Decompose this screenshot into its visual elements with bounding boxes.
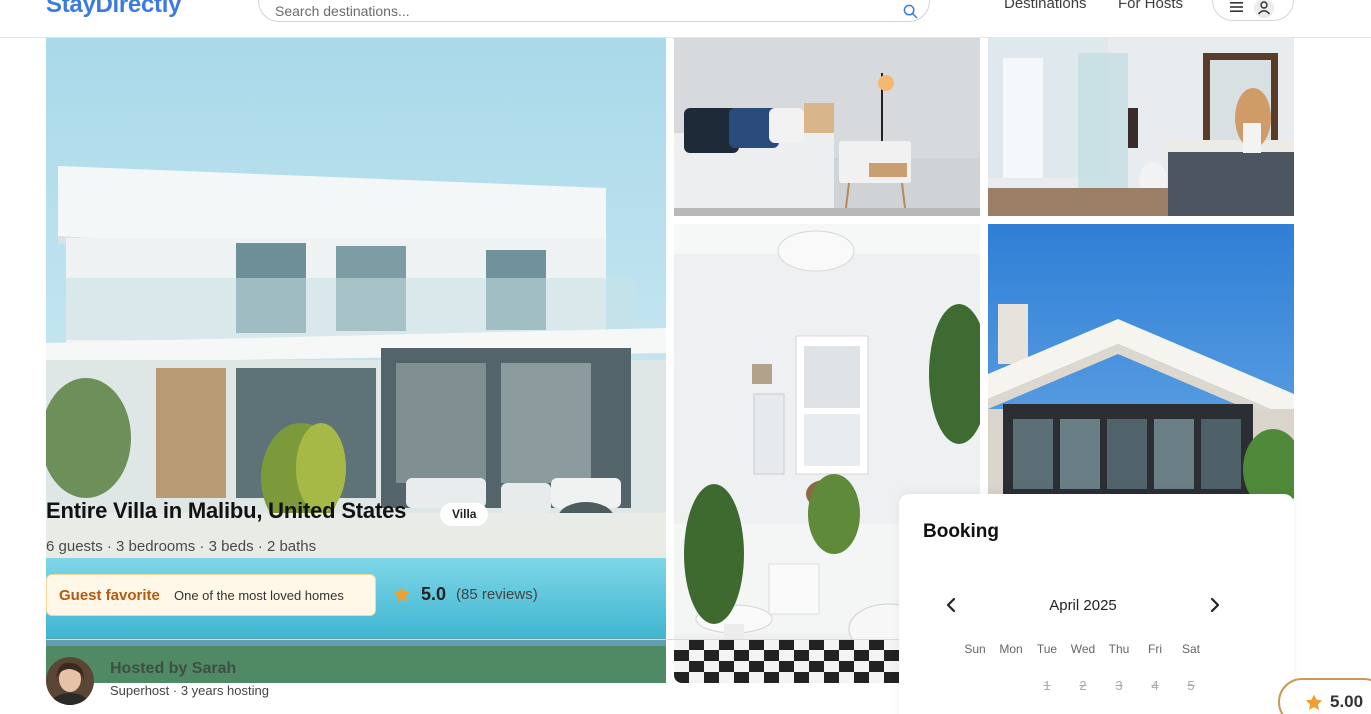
rating-score: 5.0 [421,584,447,604]
listing-title: Entire Villa in Malibu, United States [46,498,407,523]
calendar-days-row: 1 2 3 4 5 [1029,678,1209,693]
bedroom-photo[interactable] [674,38,980,216]
calendar-month: April 2025 [1049,597,1117,614]
weekday-label: Wed [1070,642,1096,656]
booking-panel: Booking April 2025 Sun Mon Tue Wed Thu F… [899,494,1294,714]
host-details: Superhost · 3 years hosting [110,683,269,698]
bathroom-photo[interactable] [988,38,1294,216]
host-avatar[interactable] [46,657,94,705]
calendar-day-unavailable: 3 [1115,678,1123,693]
search-input[interactable] [275,3,875,19]
nav-for-hosts[interactable]: For Hosts [1118,0,1183,12]
calendar-day-unavailable: 4 [1151,678,1159,693]
weekday-label: Thu [1108,642,1130,656]
star-icon [393,586,411,602]
calendar-day-unavailable: 1 [1043,678,1051,693]
star-icon [1305,694,1323,710]
section-divider [46,639,899,640]
weekday-label: Sun [964,642,986,656]
user-avatar-icon [1254,0,1274,18]
weekday-label: Sat [1181,642,1200,656]
menu-icon [1230,2,1243,12]
site-logo[interactable]: StayDirectly [46,0,181,19]
calendar-day-unavailable: 2 [1079,678,1087,693]
booking-title: Booking [923,521,999,542]
guest-favorite-badge: Guest favorite One of the most loved hom… [46,574,376,616]
next-month-icon[interactable] [1205,596,1223,614]
property-type-badge: Villa [440,503,489,526]
calendar-weekdays: Sun Mon Tue Wed Thu Fri Sat [957,642,1209,656]
weekday-label: Fri [1148,642,1162,656]
guest-favorite-description: One of the most loved homes [174,588,344,603]
site-header: StayDirectly Destinations For Hosts [0,0,1371,38]
host-name: Hosted by Sarah [110,660,237,677]
search-icon[interactable] [903,4,918,19]
nav-destinations[interactable]: Destinations [1004,0,1087,12]
floating-rating-score: 5.00 [1330,692,1364,711]
floating-rating-pill[interactable]: 5.00 [1278,678,1371,714]
guest-favorite-title: Guest favorite [59,587,160,604]
calendar-day-unavailable: 5 [1187,678,1195,693]
search-bar[interactable] [258,0,930,22]
weekday-label: Mon [999,642,1023,656]
previous-month-icon[interactable] [943,596,961,614]
user-menu-button[interactable] [1212,0,1294,21]
weekday-label: Tue [1036,642,1058,656]
listing-capacity: 6 guests · 3 bedrooms · 3 beds · 2 baths [46,538,317,555]
review-count-link[interactable]: (85 reviews) [456,586,538,603]
